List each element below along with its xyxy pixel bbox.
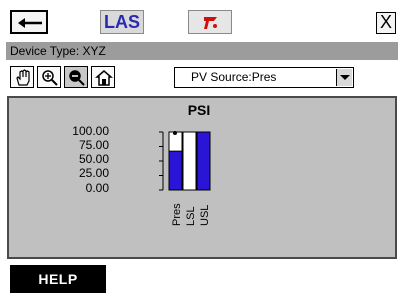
las-button[interactable]: LAS: [100, 10, 144, 34]
bar-chart: [159, 131, 211, 191]
home-button[interactable]: [91, 66, 115, 88]
chart-panel: PSI 100.00 75.00 50.00 25.00 0.00 Pres L…: [7, 96, 397, 259]
app-window: LAS X Device Type: XYZ PV Source:Pres PS…: [6, 6, 398, 300]
hand-icon: [16, 69, 30, 86]
pv-source-value: PV Source:Pres: [191, 70, 277, 84]
zoom-in-icon: [42, 70, 58, 86]
left-arrow-icon: [18, 18, 42, 28]
zoom-in-button[interactable]: [37, 66, 61, 88]
device-tool-icon: [204, 17, 217, 29]
bar-usl: [196, 131, 211, 191]
device-type-label: Device Type: XYZ: [6, 42, 398, 60]
pan-button[interactable]: [10, 66, 34, 88]
back-button[interactable]: [10, 10, 48, 34]
help-button[interactable]: HELP: [10, 265, 106, 293]
pres-marker: [173, 131, 177, 135]
home-icon: [95, 70, 113, 86]
chevron-down-icon[interactable]: [336, 69, 352, 86]
zoom-out-icon: [69, 70, 85, 86]
bar-frame-lsl: [182, 131, 197, 191]
device-tool-button[interactable]: [188, 10, 232, 34]
close-button[interactable]: X: [376, 12, 396, 34]
bar-label-usl: USL: [199, 204, 211, 226]
pv-source-select[interactable]: PV Source:Pres: [174, 67, 354, 88]
bar-pres: [168, 150, 183, 191]
top-toolbar: LAS X: [6, 6, 398, 42]
chart-toolbar: PV Source:Pres: [6, 62, 398, 92]
zoom-out-button[interactable]: [64, 66, 88, 88]
bar-label-lsl: LSL: [185, 206, 197, 226]
bar-label-pres: Pres: [171, 203, 183, 226]
